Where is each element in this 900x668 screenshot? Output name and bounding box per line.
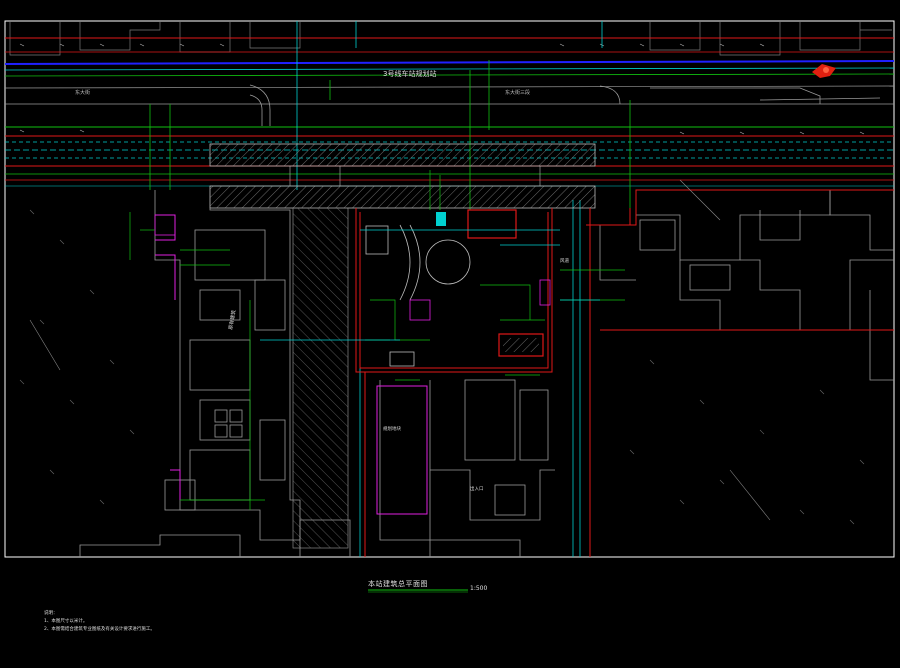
entrance-label: 出入口 xyxy=(470,485,484,492)
north-marker-icon xyxy=(812,64,836,78)
duct-label: 风道 xyxy=(560,257,569,264)
cad-plan-canvas: 3号线车站规划站 东大街 东大街三段 原有建筑 规划地块 出入口 风道 xyxy=(4,20,895,558)
terrain-ticks xyxy=(19,209,865,525)
terrain-labels xyxy=(29,179,771,521)
road-ticks xyxy=(19,43,865,135)
station-name-label: 3号线车站规划站 xyxy=(383,69,436,78)
notes-heading: 说明： xyxy=(44,611,58,616)
hatched-corridor xyxy=(292,207,349,549)
note-2: 2、本图需结合建筑专业图纸及有关设计要求进行施工。 xyxy=(44,627,155,632)
road-curves xyxy=(249,84,881,126)
right-buildings xyxy=(599,190,894,381)
station-interior xyxy=(154,209,551,367)
road-right-label: 东大街三段 xyxy=(505,89,530,96)
drawing-title: 本站建筑总平面图 xyxy=(368,580,428,588)
note-1: 1、本图尺寸以米计。 xyxy=(44,619,88,624)
plot-center-label: 规划地块 xyxy=(383,425,401,432)
station-box xyxy=(209,143,596,209)
magenta-plot xyxy=(155,214,428,515)
drawing-notes: 说明： 1、本图尺寸以米计。 2、本图需结合建筑专业图纸及有关设计要求进行施工。 xyxy=(44,610,155,634)
drawing-scale: 1:500 xyxy=(470,585,488,592)
drawing-frame xyxy=(4,20,895,558)
road-left-label: 东大街 xyxy=(75,89,90,96)
left-buildings xyxy=(154,190,301,541)
title-underline xyxy=(368,589,468,593)
red-boundaries xyxy=(355,189,894,557)
